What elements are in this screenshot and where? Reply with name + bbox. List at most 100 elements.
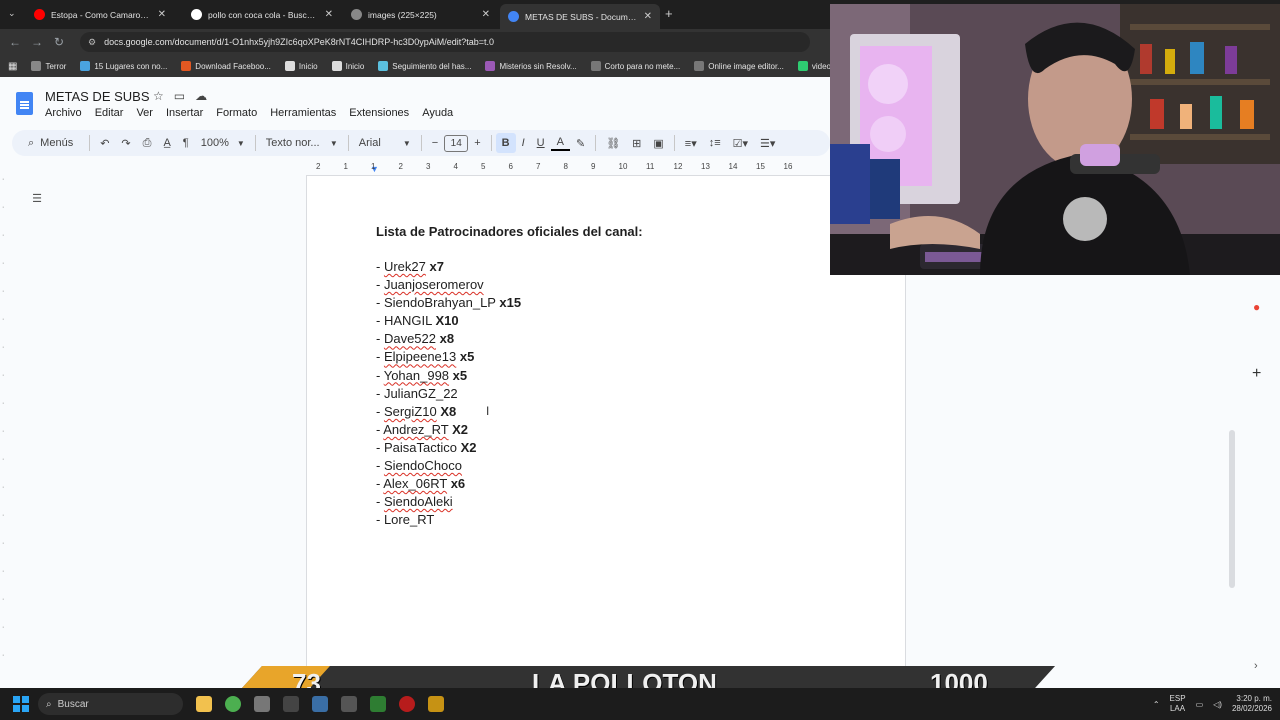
insert-image-button[interactable]: ▣ — [647, 137, 669, 150]
paint-format-button[interactable]: ¶ — [177, 137, 195, 149]
list-dash: - — [376, 331, 384, 347]
forward-button[interactable]: → — [26, 35, 48, 49]
text-color-button[interactable]: A — [550, 135, 570, 151]
taskbar-search[interactable]: ⌕ Buscar — [38, 693, 183, 715]
chrome-icon[interactable] — [225, 696, 241, 712]
language-indicator[interactable]: ESP LAA — [1170, 694, 1186, 714]
close-icon[interactable]: ✕ — [325, 9, 333, 20]
ruler-mark: 10 — [618, 162, 628, 171]
bookmark-item[interactable]: Download Faceboo... — [181, 61, 271, 71]
network-icon[interactable]: ▭ — [1196, 700, 1204, 709]
browser-tab[interactable]: pollo con coca cola - Buscar co ✕ — [183, 4, 341, 25]
ruler-tick: · — [2, 652, 5, 659]
scrollbar[interactable] — [1229, 430, 1235, 588]
app-icon[interactable] — [283, 696, 299, 712]
decrease-font-size-button[interactable]: − — [426, 137, 444, 149]
line-spacing-button[interactable]: ↕≡ — [703, 137, 727, 149]
browser-tab[interactable]: METAS DE SUBS - Documento ✕ — [500, 4, 660, 29]
ruler-mark: 5 — [481, 162, 486, 171]
increase-font-size-button[interactable]: + — [468, 137, 486, 149]
document-outline-button[interactable]: ☰ — [27, 192, 47, 210]
add-comment-button[interactable]: ⊞ — [626, 137, 647, 150]
highlight-color-button[interactable]: ✎ — [570, 137, 591, 150]
menus-search[interactable]: ⌕ Menús — [22, 137, 79, 150]
list-dash: - — [376, 313, 384, 329]
font-size-input[interactable]: 14 — [444, 134, 469, 152]
font-select[interactable]: Arial ▼ — [353, 137, 417, 149]
sponsor-multiplier: x5 — [459, 349, 475, 365]
apps-icon[interactable]: ▦ — [8, 61, 17, 72]
menu-item[interactable]: Herramientas — [270, 107, 336, 119]
bookmark-icon — [694, 61, 705, 71]
menus-label: Menús — [40, 137, 74, 149]
docs-logo-icon[interactable] — [16, 92, 33, 115]
new-tab-button[interactable]: + — [665, 6, 673, 21]
italic-button[interactable]: I — [516, 137, 531, 149]
align-button[interactable]: ≡▾ — [679, 137, 703, 150]
star-icon[interactable]: ☆ — [153, 89, 164, 103]
ruler-tick: · — [2, 260, 5, 267]
browser-tab[interactable]: Estopa - Como Camaron (V ✕ — [26, 4, 174, 25]
maps-icon[interactable]: ● — [1253, 300, 1265, 314]
back-button[interactable]: ← — [4, 35, 26, 49]
bookmark-item[interactable]: Inicio — [331, 61, 364, 71]
obs-icon[interactable] — [399, 696, 415, 712]
horizontal-ruler[interactable]: ▼ 2 1 1 2 3 4 5 6 7 8 9 10 11 12 13 14 15 16 — [306, 160, 830, 176]
bookmark-item[interactable]: Seguimiento del has... — [378, 61, 471, 71]
menu-item[interactable]: Ayuda — [422, 107, 453, 119]
zoom-select[interactable]: 100% ▼ — [195, 137, 251, 149]
document-content[interactable]: Lista de Patrocinadores oficiales del ca… — [376, 222, 643, 529]
bookmark-item[interactable]: Inicio — [284, 61, 318, 71]
print-button[interactable]: ⎙ — [137, 137, 158, 150]
menu-item[interactable]: Archivo — [45, 107, 82, 119]
app-icon[interactable] — [428, 696, 444, 712]
bookmark-item[interactable]: Misterios sin Resolv... — [485, 61, 577, 71]
bold-button[interactable]: B — [495, 133, 516, 153]
menu-item[interactable]: Formato — [216, 107, 257, 119]
site-info-icon[interactable]: ⚙ — [88, 37, 96, 48]
move-folder-icon[interactable]: ▭ — [174, 89, 185, 103]
bulleted-list-button[interactable]: ☰▾ — [754, 137, 781, 150]
bookmark-item[interactable]: Online image editor... — [694, 61, 784, 71]
browser-tab[interactable]: images (225×225) ✕ — [343, 4, 498, 25]
close-icon[interactable]: ✕ — [158, 9, 166, 20]
menu-item[interactable]: Editar — [95, 107, 124, 119]
checklist-button[interactable]: ☑▾ — [727, 137, 754, 150]
ruler-tick: · — [2, 428, 5, 435]
play-icon[interactable] — [370, 696, 386, 712]
undo-button[interactable]: ↶ — [94, 137, 115, 150]
bookmark-item[interactable]: 15 Lugares con no... — [80, 61, 167, 71]
bookmark-item[interactable]: Terror — [31, 61, 66, 71]
bookmark-item[interactable]: Corto para no mete... — [590, 61, 680, 71]
underline-button[interactable]: U — [531, 137, 551, 149]
menu-item[interactable]: Ver — [136, 107, 153, 119]
menu-item[interactable]: Extensiones — [349, 107, 409, 119]
close-icon[interactable]: ✕ — [644, 11, 652, 22]
windows-start-icon[interactable] — [13, 696, 29, 712]
list-dash: - — [376, 512, 384, 528]
reload-button[interactable]: ↻ — [48, 35, 70, 49]
close-icon[interactable]: ✕ — [482, 9, 490, 20]
ruler-mark: 1 — [343, 162, 348, 171]
spellcheck-button[interactable]: A̲ — [157, 137, 176, 149]
document-title[interactable]: METAS DE SUBS — [45, 89, 150, 104]
app-icon[interactable] — [254, 696, 270, 712]
add-addon-button[interactable]: + — [1252, 365, 1261, 383]
tab-search-icon[interactable]: ⌄ — [8, 8, 16, 19]
list-dash: - — [376, 295, 384, 311]
insert-link-button[interactable]: ⛓ — [600, 137, 626, 150]
address-bar[interactable]: ⚙ docs.google.com/document/d/1-O1nhx5yjh… — [80, 32, 810, 52]
sponsor-name: Yohan_998 — [383, 367, 450, 383]
menu-item[interactable]: Insertar — [166, 107, 203, 119]
clock[interactable]: 3:20 p. m. 28/02/2026 — [1232, 694, 1272, 714]
chevron-up-icon[interactable]: ⌃ — [1153, 700, 1160, 709]
file-explorer-icon[interactable] — [196, 696, 212, 712]
volume-icon[interactable]: ◁) — [1213, 700, 1222, 709]
calculator-icon[interactable] — [341, 696, 357, 712]
cloud-saved-icon[interactable]: ☁ — [195, 89, 207, 103]
search-icon: ⌕ — [28, 136, 35, 149]
ruler-mark: 14 — [728, 162, 738, 171]
style-select[interactable]: Texto nor... ▼ — [260, 137, 344, 149]
redo-button[interactable]: ↷ — [115, 137, 136, 150]
app-icon[interactable] — [312, 696, 328, 712]
